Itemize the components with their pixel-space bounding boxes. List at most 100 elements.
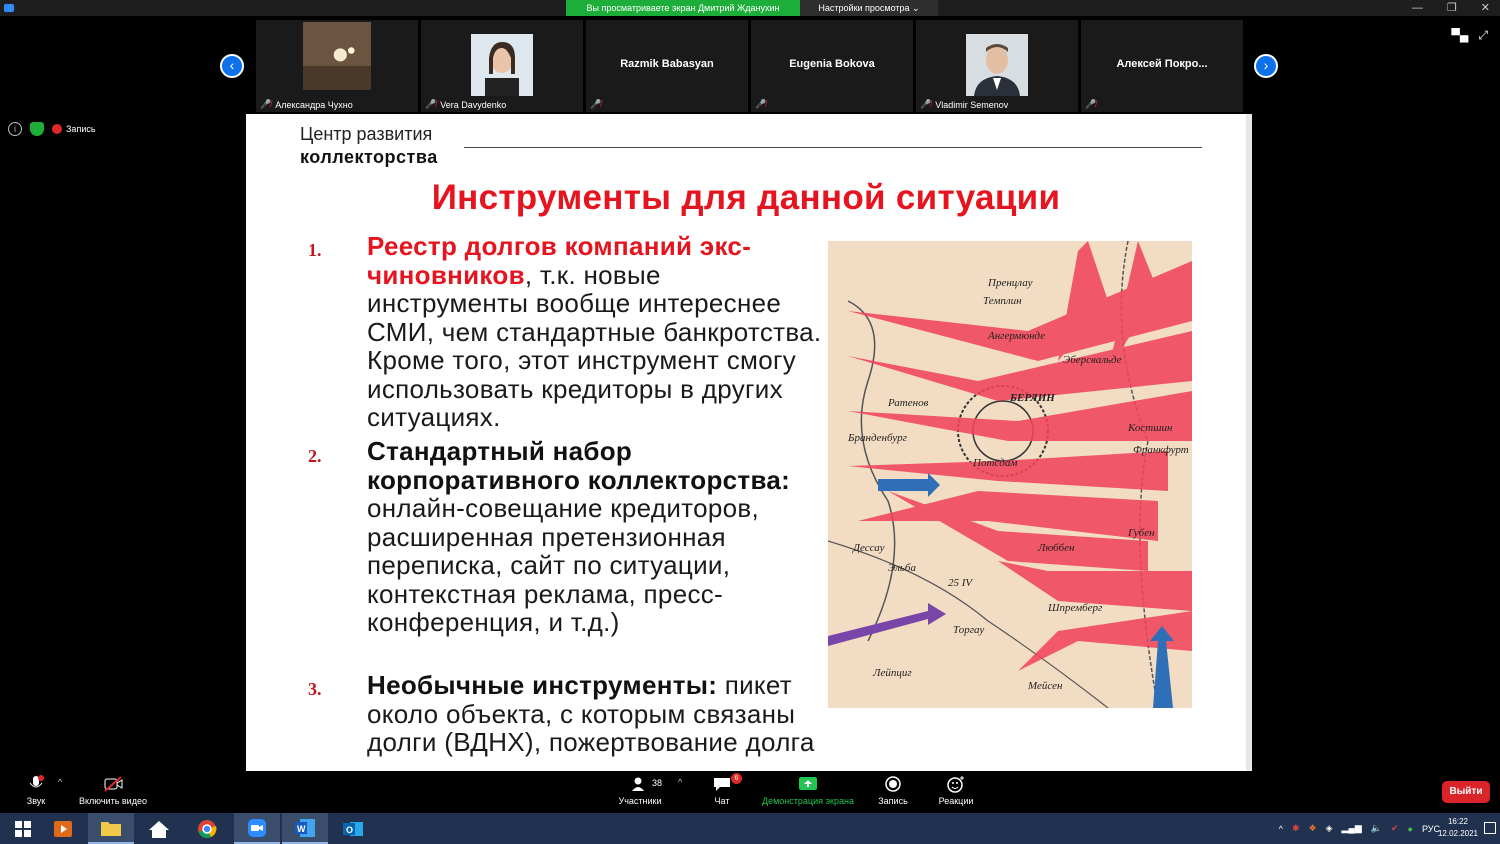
clock-time: 16:22 — [1447, 817, 1468, 826]
share-screen-icon — [799, 777, 817, 790]
record-dot-icon — [52, 124, 62, 134]
start-video-button[interactable]: Включить видео — [74, 775, 152, 806]
word-icon: W — [295, 818, 315, 837]
windows-taskbar: W O ^ ✱ ❖ ◈ ▂▄▆ 🔈 ✔ ● РУС 16:22 12.02.20… — [0, 813, 1500, 844]
chat-button[interactable]: 6 Чат — [708, 773, 742, 806]
map-label: Костшин — [1127, 422, 1173, 434]
tray-app-icon[interactable]: ◈ — [1326, 823, 1333, 834]
sharing-status-text: Вы просматриваете экран Дмитрий Жданухин — [566, 0, 800, 16]
participant-tile[interactable]: 🎤̸ Vladimir Semenov — [916, 20, 1078, 112]
minimize-button[interactable]: — — [1412, 0, 1423, 16]
video-off-icon — [104, 776, 123, 792]
record-icon — [885, 776, 901, 792]
participants-button[interactable]: Участники 38 — [614, 775, 666, 806]
outlook-icon: O — [343, 821, 363, 836]
brand-name-line2: коллекторства — [300, 147, 438, 167]
map-label: Шпремберг — [1047, 602, 1103, 614]
home-icon — [149, 820, 169, 838]
taskbar-home[interactable] — [136, 813, 182, 844]
zoom-logo-icon — [4, 4, 14, 12]
map-label: Пренцлау — [987, 277, 1033, 289]
volume-icon[interactable]: 🔈 — [1371, 823, 1382, 834]
taskbar-clock[interactable]: 16:22 12.02.2021 — [1438, 816, 1478, 840]
list-number: 2. — [308, 446, 322, 466]
chat-icon — [714, 778, 730, 791]
reactions-button[interactable]: Реакции — [934, 775, 978, 806]
map-label: БЕРЛИН — [1009, 392, 1055, 404]
participant-tile[interactable]: Razmik Babasyan 🎤̸ — [586, 20, 748, 112]
tray-expand-icon[interactable]: ^ — [1279, 824, 1283, 834]
windows-logo-icon — [15, 820, 31, 837]
tray-app-icon[interactable]: ❖ — [1309, 823, 1317, 834]
participant-name: Vera Davydenko — [440, 99, 507, 110]
notifications-icon[interactable] — [1484, 822, 1496, 834]
audio-button[interactable]: Звук — [24, 775, 48, 806]
tray-check-icon[interactable]: ● — [1408, 824, 1413, 834]
taskbar-file-explorer[interactable] — [88, 813, 134, 844]
participant-name: Razmik Babasyan — [620, 58, 714, 70]
muted-mic-icon: 🎤̸ — [755, 99, 767, 109]
taskbar-word[interactable]: W — [282, 813, 328, 844]
next-page-button[interactable]: › — [1254, 54, 1278, 78]
prev-page-button[interactable]: ‹ — [220, 54, 244, 78]
muted-mic-icon: 🎤̸ — [425, 99, 437, 109]
encryption-shield-icon[interactable] — [30, 122, 44, 136]
zoom-icon — [248, 818, 266, 837]
taskbar-outlook[interactable]: O — [330, 813, 376, 844]
view-options-button[interactable]: Настройки просмотра ⌄ — [800, 0, 938, 16]
recording-indicator[interactable]: Запись — [52, 124, 96, 134]
gallery-view-icon[interactable]: ▀▄ — [1451, 28, 1468, 43]
restore-button[interactable]: ❐ — [1447, 0, 1457, 16]
map-label: Ангермюнде — [987, 330, 1045, 342]
map-label: Ратенов — [887, 397, 929, 409]
map-label: Губен — [1127, 527, 1155, 539]
berlin-operation-map: Пренцлау Темплин Ангермюнде Эберсвальде … — [828, 241, 1192, 708]
taskbar-media-player[interactable] — [40, 813, 86, 844]
participant-tile[interactable]: 🎤̸ Vera Davydenko — [421, 20, 583, 112]
clock-date: 12.02.2021 — [1437, 829, 1478, 838]
tray-app-icon[interactable]: ✱ — [1292, 823, 1300, 834]
svg-text:O: O — [346, 825, 353, 835]
participant-video — [471, 34, 533, 96]
chrome-icon — [198, 819, 217, 838]
taskbar-zoom[interactable] — [234, 813, 280, 844]
taskbar-chrome[interactable] — [184, 813, 230, 844]
map-label: Дессау — [852, 542, 885, 554]
audio-options-caret[interactable]: ^ — [58, 777, 62, 787]
meeting-info-icon[interactable]: i — [8, 122, 22, 136]
participant-name: Алексей Покро... — [1116, 58, 1208, 70]
share-screen-button[interactable]: Демонстрация экрана — [758, 775, 858, 806]
participants-count: 38 — [652, 778, 663, 788]
system-tray: ^ ✱ ❖ ◈ ▂▄▆ 🔈 ✔ ● РУС — [1279, 813, 1440, 844]
list-item: Стандартный набор корпоративного коллект… — [367, 437, 823, 637]
participant-tile[interactable]: 🎤̸ Александра Чухно — [256, 20, 418, 112]
meeting-toolbar: Звук ^ Включить видео Участники 38 ^ 6 Ч… — [0, 771, 1500, 813]
header-divider — [464, 147, 1202, 148]
map-label: Люббен — [1037, 542, 1075, 554]
map-label: Эберсвальде — [1063, 354, 1122, 366]
map-label: 25 IV — [948, 577, 973, 589]
slide-edge — [1246, 114, 1252, 771]
leave-meeting-button[interactable]: Выйти — [1442, 781, 1490, 803]
microphone-icon — [29, 775, 44, 788]
participant-video — [303, 22, 371, 90]
recording-label: Запись — [66, 124, 96, 134]
shared-screen-slide: Центр развития коллекторства Инструменты… — [246, 114, 1252, 771]
participant-tile[interactable]: Алексей Покро... 🎤̸ — [1081, 20, 1243, 112]
participant-video — [966, 34, 1028, 96]
participants-icon — [632, 777, 644, 791]
map-label: Бранденбург — [847, 432, 908, 444]
meeting-info-row: i Запись — [8, 122, 96, 136]
participants-options-caret[interactable]: ^ — [678, 777, 682, 787]
close-button[interactable]: ✕ — [1481, 0, 1490, 16]
record-button[interactable]: Запись — [874, 775, 912, 806]
list-number: 3. — [308, 679, 322, 699]
map-label: Мейсен — [1027, 680, 1063, 692]
participant-name: Vladimir Semenov — [935, 99, 1009, 110]
fullscreen-icon[interactable]: ⤢ — [1478, 28, 1488, 43]
folder-icon — [101, 821, 121, 836]
participant-tile[interactable]: Eugenia Bokova 🎤̸ — [751, 20, 913, 112]
zoom-title-bar: Вы просматриваете экран Дмитрий Жданухин… — [0, 0, 1500, 16]
tray-app-icon[interactable]: ✔ — [1391, 823, 1399, 834]
signal-icon[interactable]: ▂▄▆ — [1342, 823, 1362, 834]
